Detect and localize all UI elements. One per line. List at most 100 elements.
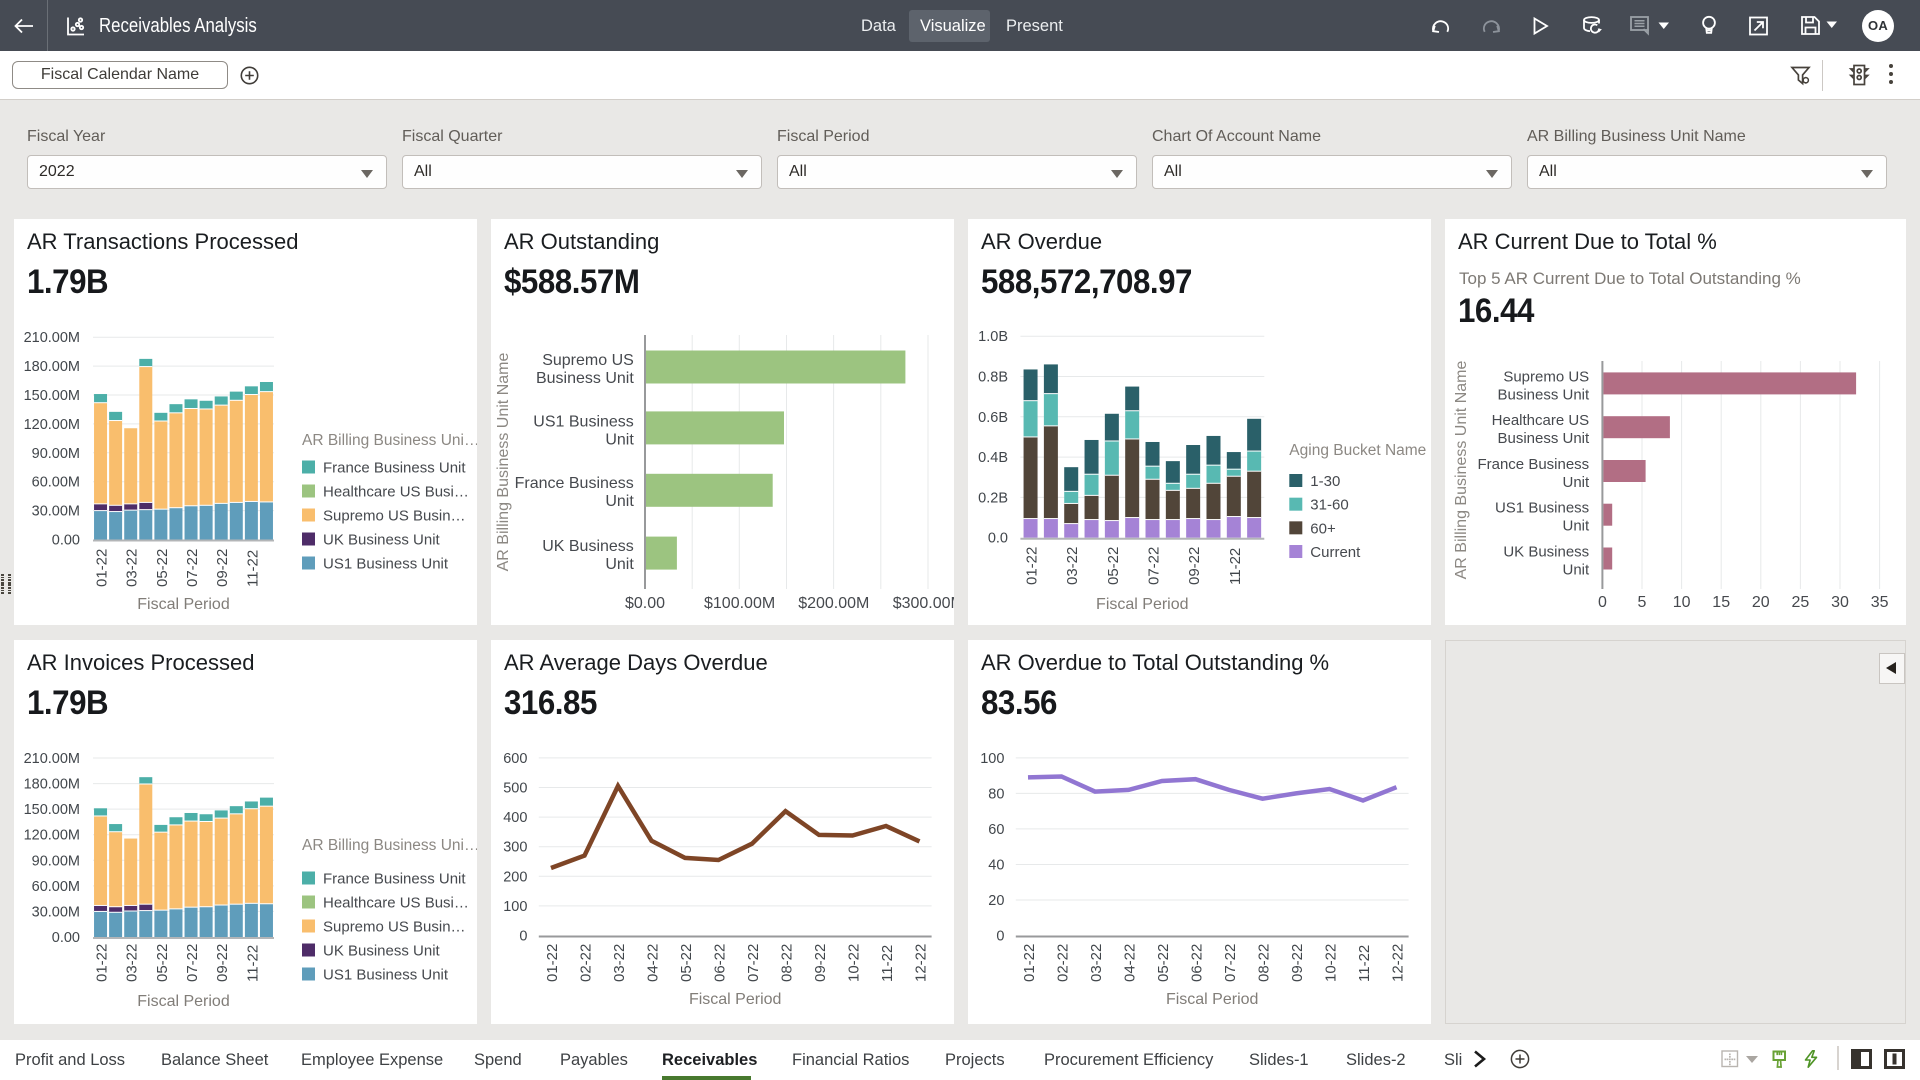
svg-text:600: 600 [503, 751, 527, 767]
svg-text:03-22: 03-22 [124, 944, 141, 982]
svg-text:0.00: 0.00 [52, 930, 80, 946]
svg-text:0: 0 [519, 929, 527, 945]
svg-text:05-22: 05-22 [154, 944, 171, 982]
svg-text:11-22: 11-22 [1356, 945, 1373, 982]
svg-text:180.00M: 180.00M [24, 359, 80, 375]
svg-text:Healthcare US: Healthcare US [1492, 412, 1590, 429]
svg-text:07-22: 07-22 [1146, 547, 1163, 585]
svg-text:04-22: 04-22 [1122, 944, 1139, 982]
svg-text:$200.00M: $200.00M [798, 595, 869, 612]
svg-text:UK Business: UK Business [1503, 544, 1589, 561]
svg-text:120.00M: 120.00M [24, 828, 80, 844]
svg-text:Current: Current [1310, 544, 1361, 561]
svg-text:03-22: 03-22 [1088, 944, 1105, 982]
svg-text:60+: 60+ [1310, 520, 1336, 537]
svg-text:06-22: 06-22 [712, 944, 729, 982]
svg-text:Unit: Unit [1563, 562, 1591, 579]
svg-text:31-60: 31-60 [1310, 497, 1348, 514]
svg-text:01-22: 01-22 [94, 944, 111, 982]
svg-text:France Business: France Business [1477, 456, 1589, 473]
svg-text:0.6B: 0.6B [978, 410, 1008, 426]
svg-text:06-22: 06-22 [1189, 944, 1206, 982]
svg-text:UK Business Unit: UK Business Unit [323, 943, 441, 960]
svg-text:02-22: 02-22 [1055, 944, 1072, 982]
svg-text:Healthcare US Busi…: Healthcare US Busi… [323, 484, 469, 501]
svg-text:400: 400 [503, 810, 527, 826]
svg-text:07-22: 07-22 [184, 944, 201, 982]
svg-text:$100.00M: $100.00M [704, 595, 775, 612]
svg-text:0: 0 [996, 929, 1004, 945]
svg-text:01-22: 01-22 [544, 944, 561, 982]
svg-text:300: 300 [503, 840, 527, 856]
svg-text:Business Unit: Business Unit [1497, 386, 1590, 403]
svg-text:Unit: Unit [605, 556, 634, 573]
svg-text:100: 100 [503, 899, 527, 915]
svg-text:200: 200 [503, 869, 527, 885]
svg-text:210.00M: 210.00M [24, 330, 80, 346]
svg-text:09-22: 09-22 [1186, 547, 1203, 585]
svg-text:15: 15 [1712, 594, 1730, 611]
svg-text:03-22: 03-22 [611, 944, 628, 982]
svg-text:0.0: 0.0 [988, 531, 1008, 547]
svg-text:Healthcare US Busi…: Healthcare US Busi… [323, 895, 469, 912]
svg-text:Unit: Unit [1563, 518, 1591, 535]
svg-text:40: 40 [988, 858, 1004, 874]
svg-text:90.00M: 90.00M [32, 446, 80, 462]
svg-text:Fiscal Period: Fiscal Period [1166, 991, 1258, 1008]
svg-text:08-22: 08-22 [1256, 944, 1273, 982]
svg-text:Supremo US: Supremo US [542, 352, 634, 369]
svg-text:11-22: 11-22 [244, 945, 261, 982]
svg-text:30.00M: 30.00M [32, 504, 80, 520]
svg-text:France Business Unit: France Business Unit [323, 460, 466, 477]
svg-text:10-22: 10-22 [846, 944, 863, 982]
svg-text:AR Billing Business Unit Name: AR Billing Business Unit Name [495, 353, 512, 572]
svg-text:09-22: 09-22 [214, 944, 231, 982]
svg-text:01-22: 01-22 [1024, 547, 1041, 585]
svg-text:80: 80 [988, 786, 1004, 802]
svg-text:150.00M: 150.00M [24, 388, 80, 404]
svg-text:07-22: 07-22 [745, 944, 762, 982]
svg-text:Unit: Unit [605, 432, 634, 449]
svg-text:10: 10 [1673, 594, 1691, 611]
svg-text:Supremo US Busin…: Supremo US Busin… [323, 919, 466, 936]
svg-text:1-30: 1-30 [1310, 473, 1340, 490]
svg-text:07-22: 07-22 [184, 549, 201, 587]
svg-text:AR Billing Business Uni…: AR Billing Business Uni… [302, 432, 477, 449]
svg-text:20: 20 [1752, 594, 1770, 611]
svg-text:11-22: 11-22 [879, 945, 896, 982]
svg-text:5: 5 [1638, 594, 1647, 611]
svg-text:0.8B: 0.8B [978, 370, 1008, 386]
svg-text:09-22: 09-22 [812, 944, 829, 982]
svg-text:03-22: 03-22 [1064, 547, 1081, 585]
svg-text:Fiscal Period: Fiscal Period [137, 993, 229, 1010]
svg-text:US1 Business: US1 Business [533, 414, 634, 431]
svg-text:11-22: 11-22 [1227, 548, 1244, 585]
svg-text:30: 30 [1831, 594, 1849, 611]
svg-text:05-22: 05-22 [678, 944, 695, 982]
svg-text:120.00M: 120.00M [24, 417, 80, 433]
svg-text:05-22: 05-22 [1105, 547, 1122, 585]
svg-text:Supremo US: Supremo US [1503, 368, 1589, 385]
svg-text:AR Billing Business Uni…: AR Billing Business Uni… [302, 837, 477, 854]
svg-text:$0.00: $0.00 [625, 595, 665, 612]
svg-text:Supremo US Busin…: Supremo US Busin… [323, 508, 466, 525]
svg-text:210.00M: 210.00M [24, 751, 80, 767]
svg-text:1.0B: 1.0B [978, 329, 1008, 345]
svg-text:Fiscal Period: Fiscal Period [689, 991, 781, 1008]
svg-text:03-22: 03-22 [124, 549, 141, 587]
svg-text:US1 Business Unit: US1 Business Unit [323, 967, 449, 984]
svg-text:09-22: 09-22 [1289, 944, 1306, 982]
svg-text:08-22: 08-22 [779, 944, 796, 982]
svg-text:Unit: Unit [605, 493, 634, 510]
svg-text:30.00M: 30.00M [32, 904, 80, 920]
svg-text:07-22: 07-22 [1222, 944, 1239, 982]
svg-text:$300.00M: $300.00M [893, 595, 954, 612]
svg-text:US1 Business: US1 Business [1495, 500, 1589, 517]
svg-text:UK Business Unit: UK Business Unit [323, 532, 441, 549]
svg-text:01-22: 01-22 [1021, 944, 1038, 982]
svg-text:04-22: 04-22 [645, 944, 662, 982]
svg-text:12-22: 12-22 [913, 944, 930, 982]
svg-text:US1 Business Unit: US1 Business Unit [323, 556, 449, 573]
svg-text:Aging Bucket Name: Aging Bucket Name [1289, 442, 1426, 459]
svg-text:Business Unit: Business Unit [1497, 430, 1590, 447]
